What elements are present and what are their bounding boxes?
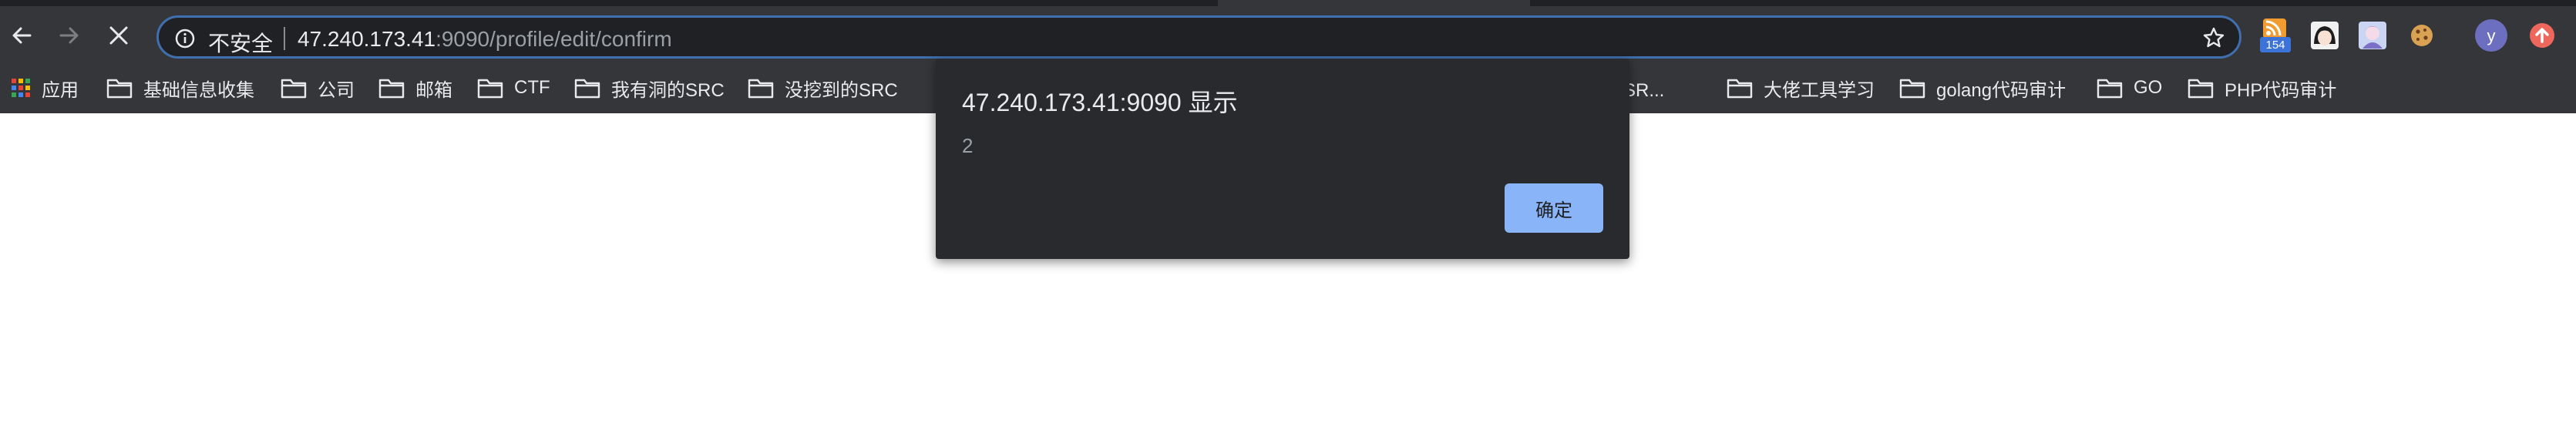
tab-strip-right [1530, 0, 2576, 6]
forward-arrow-icon [59, 27, 79, 44]
forward-button[interactable] [49, 15, 89, 55]
cookie-extension-button[interactable] [2403, 17, 2440, 54]
bookmark-star-icon[interactable] [2202, 26, 2225, 53]
url-path: :9090/profile/edit/confirm [435, 27, 672, 51]
dialog-title: 47.240.173.41:9090 显示 [962, 89, 1238, 116]
back-button[interactable] [2, 15, 42, 55]
profile-button[interactable]: y [2473, 17, 2510, 54]
address-bar[interactable]: 不安全 47.240.173.41:9090/profile/edit/conf… [156, 15, 2241, 59]
bookmark-folder[interactable]: 邮箱 [378, 72, 452, 103]
bookmark-folder[interactable]: 公司 [281, 72, 355, 103]
stop-loading-button[interactable] [99, 15, 139, 55]
folder-icon [574, 79, 600, 99]
rss-badge-count: 154 [2265, 39, 2285, 52]
cookie-icon [2411, 25, 2433, 46]
folder-icon [1899, 79, 1925, 99]
anime-character-icon [2359, 22, 2386, 49]
avatar-extension-button[interactable] [2306, 17, 2343, 54]
tab-strip-left [0, 0, 1218, 6]
url-host: 47.240.173.41 [298, 27, 436, 51]
bookmark-label: 大佬工具学习 [1764, 79, 1875, 101]
bookmark-folder[interactable]: 基础信息收集 [106, 72, 254, 103]
bookmark-label: 基础信息收集 [143, 79, 254, 101]
bookmark-apps[interactable]: 应用 [11, 72, 79, 103]
folder-icon [477, 79, 503, 99]
folder-icon [1727, 79, 1753, 99]
bookmark-label: golang代码审计 [1936, 79, 2067, 101]
bookmark-folder[interactable]: golang代码审计 [1899, 72, 2066, 103]
bookmark-folder[interactable]: 没挖到的SRC [748, 72, 898, 103]
bookmark-label: 公司 [318, 79, 355, 101]
site-info-icon[interactable] [174, 28, 196, 53]
bookmark-folder[interactable]: 我有洞的SRC [574, 72, 725, 103]
folder-icon [2097, 79, 2123, 99]
bookmark-label: CTF [514, 77, 550, 98]
bookmark-folder[interactable]: CTF [477, 72, 550, 103]
profile-avatar-icon: y [2475, 19, 2507, 52]
dialog-message: 2 [962, 134, 974, 157]
bookmark-folder[interactable]: 大佬工具学习 [1727, 72, 1875, 103]
bookmark-label: 没挖到的SRC [785, 79, 898, 101]
close-x-icon [109, 26, 128, 45]
omnibox-divider [284, 27, 285, 50]
security-label[interactable]: 不安全 [208, 27, 273, 58]
ok-button[interactable]: 确定 [1505, 183, 1603, 233]
folder-icon [106, 79, 133, 99]
url-text[interactable]: 47.240.173.41:9090/profile/edit/confirm [298, 27, 672, 52]
update-arrow-icon [2530, 23, 2554, 48]
apps-grid-icon [12, 79, 30, 97]
profile-initial: y [2487, 26, 2496, 45]
rss-extension-button[interactable]: 154 [2258, 17, 2295, 54]
anime-extension-button[interactable] [2354, 17, 2391, 54]
bookmark-folder[interactable]: PHP代码审计 [2188, 72, 2336, 103]
bookmark-label: GO [2134, 77, 2163, 98]
bookmark-label: 我有洞的SRC [611, 79, 725, 101]
folder-icon [2188, 79, 2214, 99]
folder-icon [281, 79, 307, 99]
bookmark-folder[interactable]: GO [2097, 72, 2162, 103]
folder-icon [378, 79, 405, 99]
toolbar: 不安全 47.240.173.41:9090/profile/edit/conf… [0, 6, 2576, 63]
update-button[interactable] [2524, 17, 2561, 54]
bookmark-label: PHP代码审计 [2225, 79, 2337, 101]
alert-dialog: 47.240.173.41:9090 显示 2 确定 [936, 59, 1629, 259]
folder-icon [748, 79, 774, 99]
rss-icon: 154 [2260, 18, 2291, 52]
back-arrow-icon [12, 27, 32, 44]
anime-avatar-icon [2311, 22, 2339, 49]
bookmark-label: 邮箱 [415, 79, 452, 101]
bookmark-label: 应用 [42, 79, 79, 101]
